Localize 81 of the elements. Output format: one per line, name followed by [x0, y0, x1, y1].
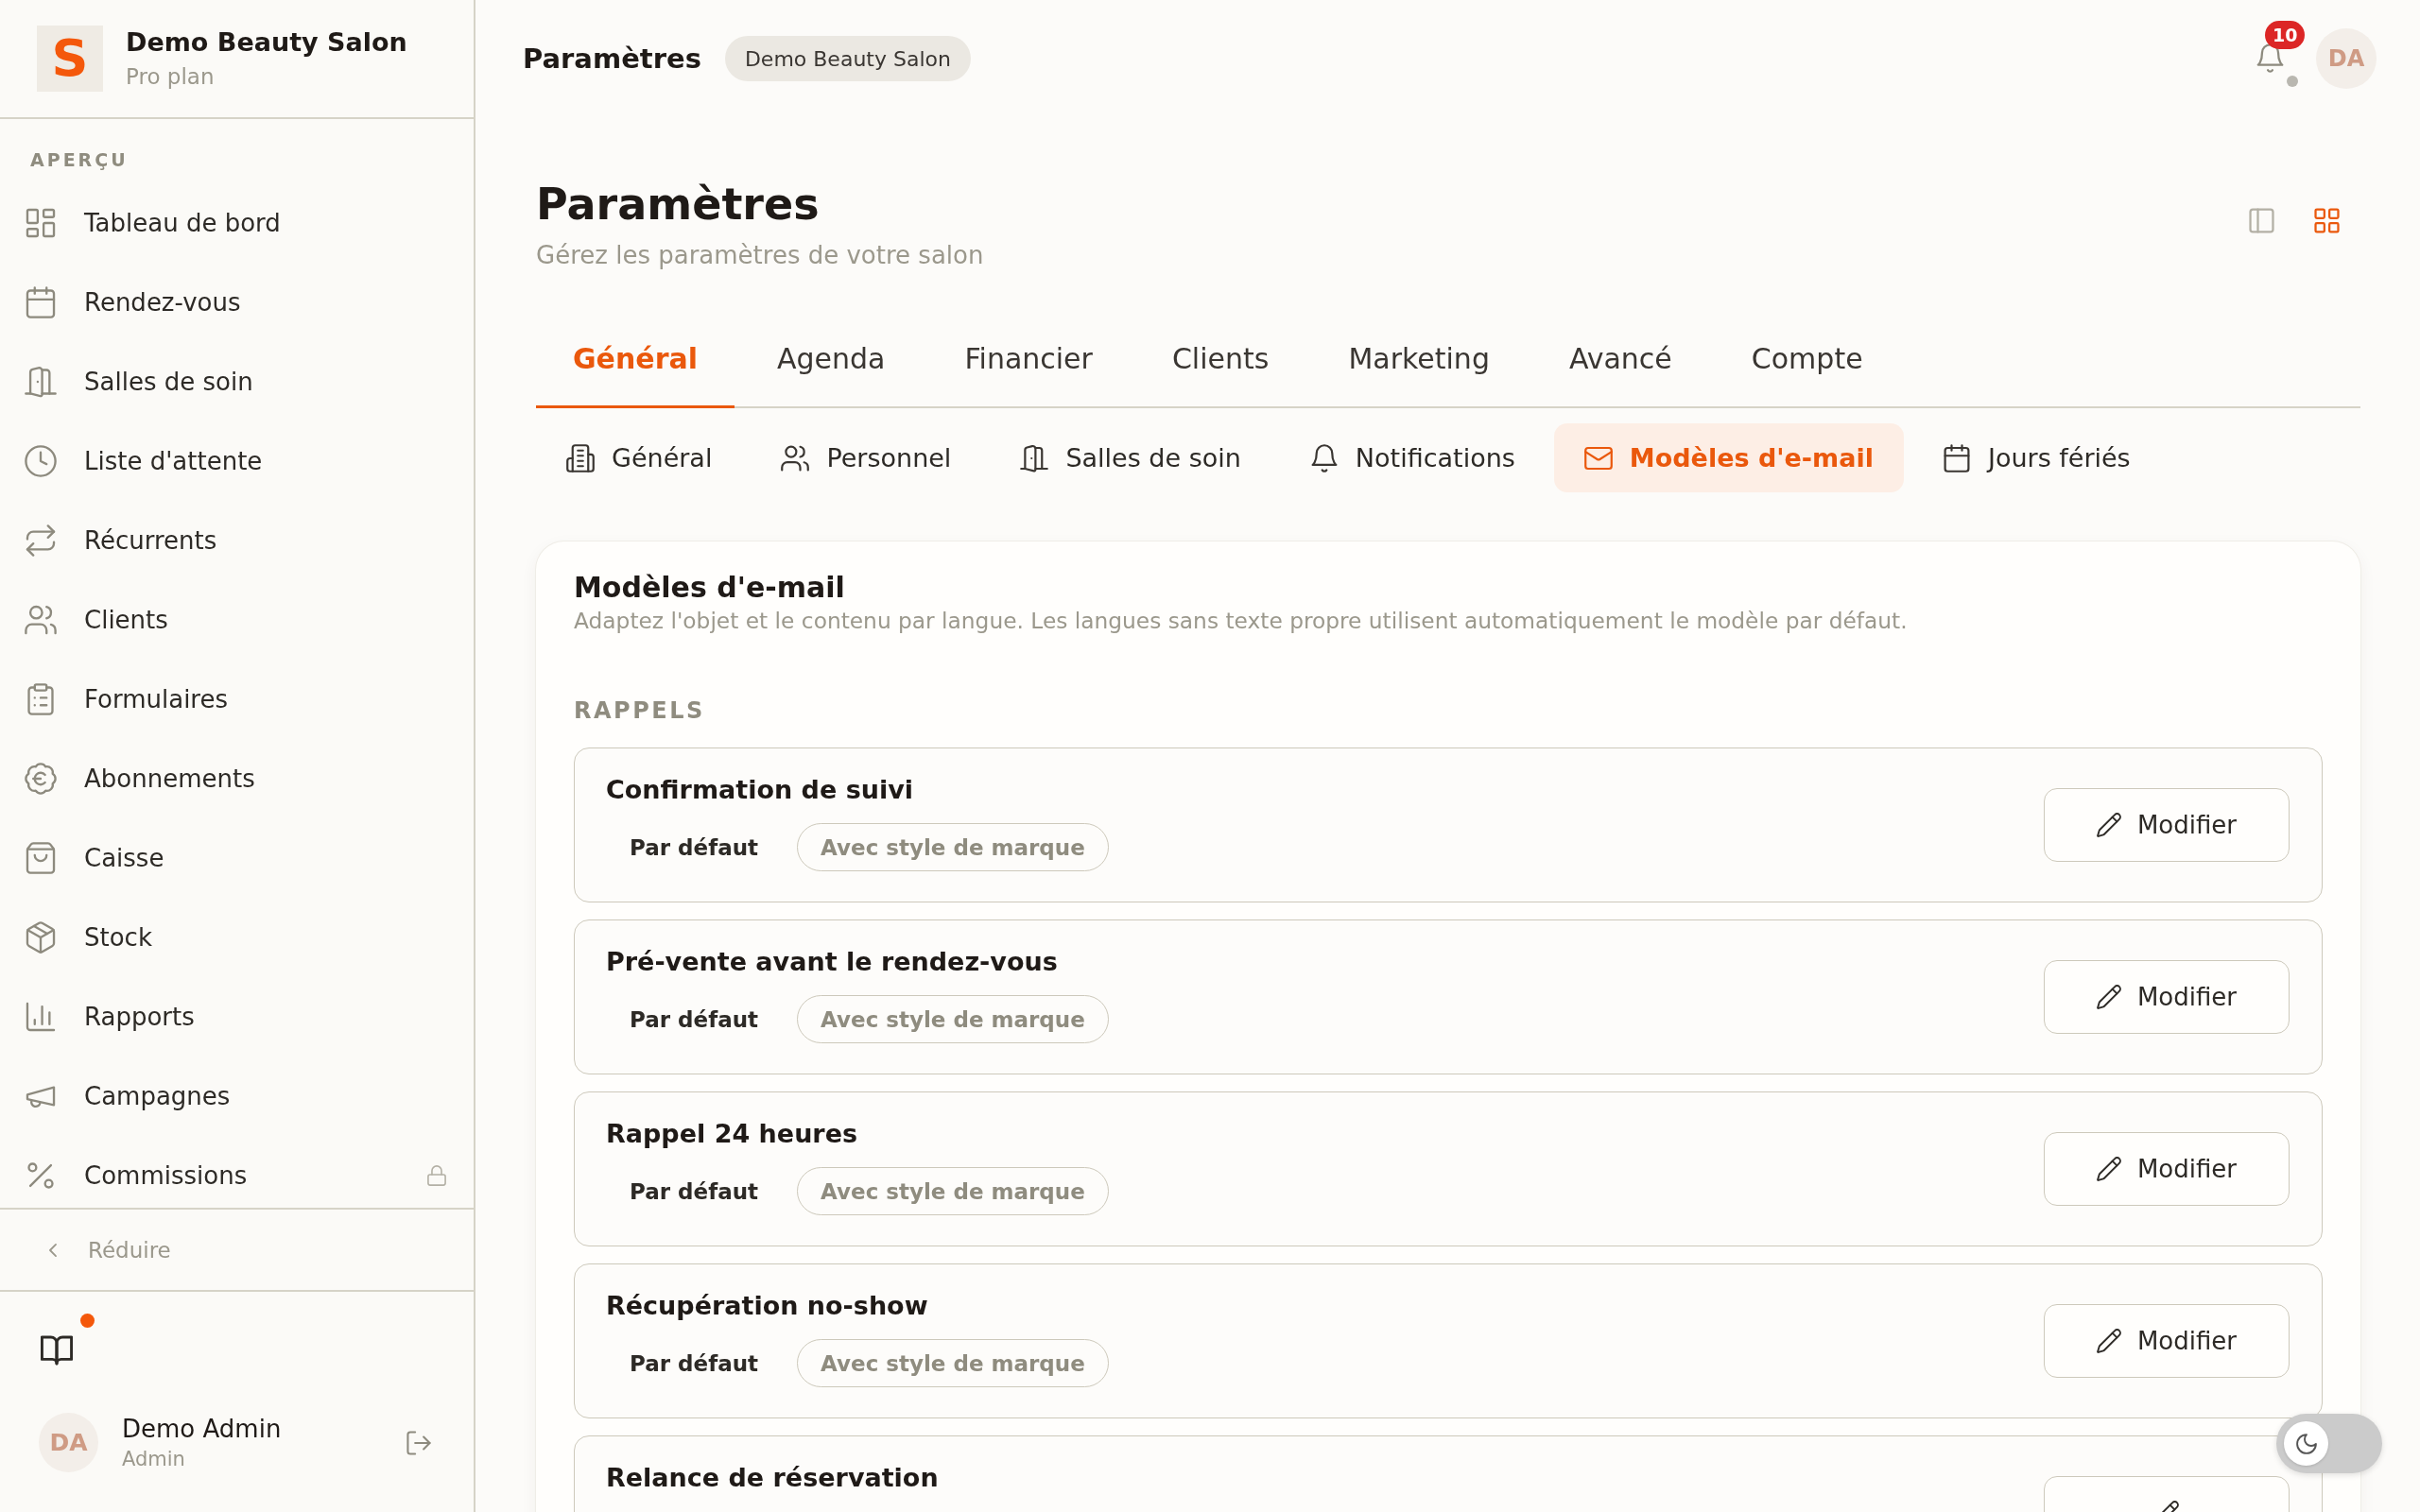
box-icon [25, 921, 57, 954]
pencil-icon [2096, 1157, 2121, 1181]
section-label: RAPPELS [574, 697, 705, 724]
plan-label: Pro plan [126, 63, 216, 91]
logout-icon[interactable] [406, 1429, 432, 1456]
sidebar-panel-icon[interactable] [2248, 206, 2275, 234]
building-icon [566, 443, 595, 472]
template-title: Récupération no-show [606, 1291, 928, 1321]
nav-item[interactable]: Rendez-vous [11, 270, 462, 335]
page-subtitle: Gérez les paramètres de votre salon [536, 240, 984, 270]
grid-icon[interactable] [2313, 206, 2341, 234]
tab[interactable]: Compte [1714, 328, 1900, 408]
clock-icon [25, 445, 57, 477]
users-icon [25, 604, 57, 636]
notification-badge: 10 [2265, 20, 2306, 49]
nav-item[interactable]: Commissions [11, 1143, 462, 1208]
tab[interactable]: Financier [927, 328, 1130, 408]
book-icon[interactable] [41, 1334, 73, 1366]
bar-chart-icon [25, 1001, 57, 1033]
subtab[interactable]: Notifications [1279, 423, 1546, 492]
status-dot-icon [2287, 75, 2298, 87]
pencil-icon [2096, 813, 2121, 837]
layout-icon [25, 207, 57, 239]
nav-item[interactable]: Liste d'attente [11, 429, 462, 493]
nav-item[interactable]: Formulaires [11, 667, 462, 731]
bell-icon[interactable] [2256, 43, 2285, 73]
template-tag-text: Par défaut [629, 833, 760, 862]
subtab[interactable]: Salles de soin [990, 423, 1271, 492]
calendar-icon [1942, 443, 1971, 472]
logo: S [37, 26, 103, 92]
moon-icon [2284, 1421, 2328, 1466]
template-title: Rappel 24 heures [606, 1119, 858, 1149]
section-label: APERÇU [30, 148, 129, 171]
template-tag-text: Par défaut [629, 1177, 760, 1206]
calendar-icon [25, 286, 57, 318]
nav-item[interactable]: Caisse [11, 826, 462, 890]
edit-button[interactable]: Modifier [2044, 1132, 2290, 1206]
shopping-bag-icon [25, 842, 57, 874]
bell-icon [1309, 443, 1339, 472]
pencil-icon [2096, 985, 2121, 1009]
user-name: Demo Admin [122, 1414, 283, 1444]
edit-button[interactable]: Modifier [2044, 788, 2290, 862]
repeat-arrows-icon [25, 524, 57, 557]
template-title: Confirmation de suivi [606, 775, 914, 805]
template-title: Relance de réservation [606, 1463, 939, 1493]
nav-item[interactable]: Abonnements [11, 747, 462, 811]
pencil-icon [2096, 1329, 2121, 1353]
edit-button[interactable]: Modifier [2044, 960, 2290, 1034]
template-tag-text: Par défaut [629, 1349, 760, 1378]
subtab[interactable]: Jours fériés [1911, 423, 2161, 492]
door-icon [25, 366, 57, 398]
nav-item[interactable]: Rapports [11, 985, 462, 1049]
nav-item[interactable]: Campagnes [11, 1064, 462, 1128]
user-avatar: DA [39, 1413, 98, 1472]
tab[interactable]: Clients [1134, 328, 1306, 408]
tab[interactable]: Marketing [1311, 328, 1527, 408]
door-icon [1020, 443, 1049, 472]
subtab[interactable]: Général [536, 423, 743, 492]
theme-toggle[interactable] [2276, 1414, 2382, 1473]
percent-icon [25, 1160, 57, 1192]
salon-name: Demo Beauty Salon [126, 26, 407, 59]
card-title: Modèles d'e-mail [574, 571, 845, 605]
user-role: Admin [122, 1447, 186, 1471]
page-title: Paramètres [536, 178, 820, 231]
nav-item[interactable]: Récurrents [11, 508, 462, 573]
tab[interactable]: Avancé [1531, 328, 1709, 408]
euro-badge-icon [25, 763, 57, 795]
tab[interactable]: Agenda [740, 328, 923, 408]
nav-item[interactable]: Salles de soin [11, 350, 462, 414]
nav-item[interactable]: Stock [11, 905, 462, 970]
clipboard-icon [25, 683, 57, 715]
template-title: Pré-vente avant le rendez-vous [606, 947, 1058, 977]
edit-button[interactable]: Modifier [2044, 1304, 2290, 1378]
subtab[interactable]: Personnel [751, 423, 982, 492]
nav-item[interactable]: Tableau de bord [11, 191, 462, 255]
template-tag-text: Par défaut [629, 1005, 760, 1034]
salon-tag: Demo Beauty Salon [724, 36, 971, 81]
header-title: Paramètres [523, 43, 701, 75]
nav-item[interactable]: Clients [11, 588, 462, 652]
card-description: Adaptez l'objet et le contenu par langue. Les langues sans texte propre utilisent automatiquement le modèle par défaut. [574, 608, 1909, 634]
users-icon [781, 443, 810, 472]
